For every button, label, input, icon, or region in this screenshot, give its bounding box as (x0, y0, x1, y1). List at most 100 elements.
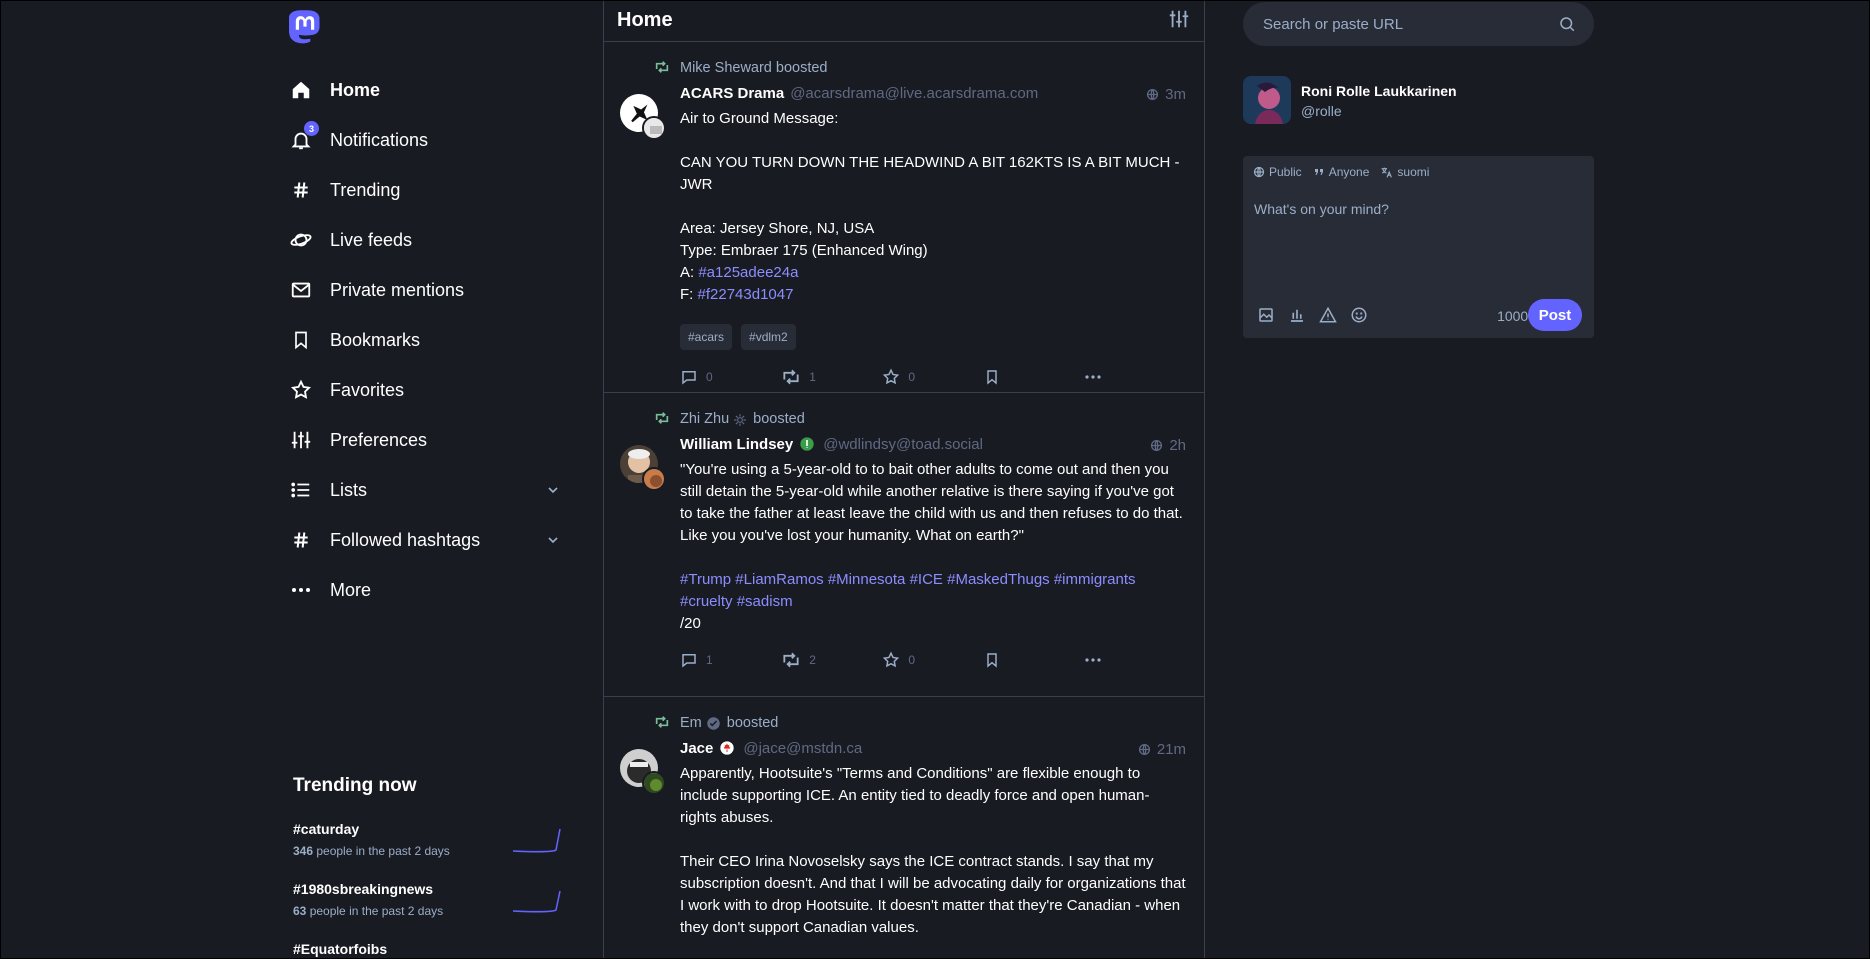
compose-textarea[interactable]: What's on your mind? (1243, 188, 1594, 292)
status-item[interactable]: Em boosted Jace @jace@mstdn.ca 21m Appar… (604, 697, 1204, 939)
trend-tag[interactable]: #Equatorfoibs (293, 941, 561, 957)
hashtag-pill[interactable]: #acars (680, 324, 733, 350)
globe-icon (1151, 439, 1163, 452)
author-handle[interactable]: @jace@mstdn.ca (743, 740, 862, 757)
hashtag-link[interactable]: #cruelty (680, 593, 733, 610)
bookmark-button[interactable] (984, 651, 1085, 669)
chevron-down-icon[interactable] (545, 482, 561, 498)
post-button[interactable]: Post (1528, 299, 1582, 331)
boost-icon (654, 60, 670, 74)
boost-button[interactable]: 2 (781, 651, 882, 669)
emoji-icon[interactable] (1350, 306, 1368, 324)
status-time[interactable]: 21m (1138, 741, 1186, 758)
nav-private-mentions[interactable]: Private mentions (289, 265, 561, 315)
nav-lists[interactable]: Lists (289, 465, 561, 515)
quote-policy-dropdown[interactable]: Anyone (1313, 165, 1369, 179)
search-input[interactable]: Search or paste URL (1243, 2, 1594, 46)
author-handle[interactable]: @wdlindsy@toad.social (823, 436, 983, 453)
hashtag-link[interactable]: #a125adee24a (698, 264, 798, 281)
nav-notifications[interactable]: 3 Notifications (289, 115, 561, 165)
booster-name[interactable]: Zhi Zhu (680, 411, 729, 427)
list-icon (289, 478, 313, 502)
warning-icon[interactable] (1319, 306, 1337, 324)
nav-live-feeds[interactable]: Live feeds (289, 215, 561, 265)
reply-button[interactable]: 0 (680, 368, 781, 386)
nav-home[interactable]: Home (289, 65, 561, 115)
chevron-down-icon[interactable] (545, 532, 561, 548)
avatar[interactable] (620, 749, 666, 795)
column-settings-icon[interactable] (1168, 8, 1190, 30)
hashtag-link[interactable]: #ICE (910, 571, 943, 588)
boost-icon (654, 411, 670, 425)
bookmark-button[interactable] (984, 368, 1085, 386)
mail-icon (289, 278, 313, 302)
author-name[interactable]: William Lindsey (680, 436, 793, 453)
trend-item[interactable]: #1980sbreakingnews 63 people in the past… (293, 873, 561, 933)
nav-more[interactable]: More (289, 565, 561, 615)
image-icon[interactable] (1257, 306, 1275, 324)
nav-bookmarks[interactable]: Bookmarks (289, 315, 561, 365)
home-column: Home Mike Sheward boosted ACARS Drama @a… (603, 0, 1205, 959)
mastodon-logo-icon[interactable] (289, 10, 321, 44)
avatar[interactable] (620, 445, 666, 491)
right-sidebar: Search or paste URL Roni Rolle Laukkarin… (1243, 0, 1594, 959)
action-bar: 1 2 0 (680, 635, 1186, 685)
language-dropdown[interactable]: suomi (1380, 165, 1429, 179)
avatar[interactable] (1243, 76, 1291, 124)
nav-preferences[interactable]: Preferences (289, 415, 561, 465)
search-placeholder: Search or paste URL (1263, 15, 1404, 33)
hashtag-link[interactable]: #immigrants (1054, 571, 1136, 588)
nav-followed-hashtags[interactable]: Followed hashtags (289, 515, 561, 565)
hashtag-link[interactable]: #LiamRamos (735, 571, 823, 588)
hashtag-link[interactable]: #sadism (737, 593, 793, 610)
status-header: ACARS Drama @acarsdrama@live.acarsdrama.… (680, 78, 1186, 108)
nav-favorites[interactable]: Favorites (289, 365, 561, 415)
favorite-button[interactable]: 0 (882, 651, 983, 669)
profile-name[interactable]: Roni Rolle Laukkarinen (1301, 83, 1457, 99)
hashtag-pill[interactable]: #vdlm2 (741, 324, 796, 350)
nav-label: Trending (330, 179, 401, 200)
hashtag-link[interactable]: #Trump (680, 571, 731, 588)
nav-trending[interactable]: Trending (289, 165, 561, 215)
compose-options: Public Anyone suomi (1243, 156, 1594, 188)
trend-item[interactable]: #caturday 346 people in the past 2 days (293, 813, 561, 873)
page-title: Home (617, 9, 673, 31)
boost-label: boosted (775, 60, 828, 76)
hashtag-link[interactable]: #f22743d1047 (698, 286, 794, 303)
poll-icon[interactable] (1288, 306, 1306, 324)
globe-icon (1253, 166, 1265, 178)
booster-name[interactable]: Mike Sheward (680, 60, 772, 76)
status-time[interactable]: 3m (1146, 86, 1186, 103)
status-time[interactable]: 2h (1150, 437, 1186, 454)
boost-button[interactable]: 1 (781, 368, 882, 386)
current-user[interactable]: Roni Rolle Laukkarinen @rolle (1243, 76, 1594, 126)
avatar[interactable] (620, 94, 666, 140)
boost-icon (654, 715, 670, 729)
reply-button[interactable]: 1 (680, 651, 781, 669)
hashtag-link[interactable]: #MaskedThugs (947, 571, 1050, 588)
quote-icon (1314, 169, 1323, 175)
hashtag-icon (289, 528, 313, 552)
boost-line: Zhi Zhu boosted (655, 393, 1186, 429)
profile-handle[interactable]: @rolle (1301, 103, 1342, 119)
hashtag-link[interactable]: #Minnesota (828, 571, 906, 588)
author-name[interactable]: Jace (680, 740, 713, 757)
visibility-dropdown[interactable]: Public (1253, 165, 1302, 179)
maple-leaf-icon (719, 740, 735, 756)
booster-name[interactable]: Em (680, 715, 702, 731)
more-button[interactable] (1085, 658, 1186, 662)
verified-check-icon (706, 716, 721, 731)
trend-item[interactable]: #Equatorfoibs (293, 933, 561, 959)
author-name[interactable]: ACARS Drama (680, 85, 784, 102)
status-item[interactable]: Zhi Zhu boosted William Lindsey @wdlinds… (604, 393, 1204, 697)
trend-sparkline (513, 828, 561, 853)
more-button[interactable] (1085, 375, 1186, 379)
status-item[interactable]: Mike Sheward boosted ACARS Drama @acarsd… (604, 42, 1204, 393)
author-handle[interactable]: @acarsdrama@live.acarsdrama.com (790, 85, 1038, 102)
favorite-button[interactable]: 0 (882, 368, 983, 386)
nav-label: Bookmarks (330, 329, 421, 350)
bookmark-icon (986, 653, 997, 668)
translate-icon (1382, 167, 1393, 178)
more-icon (289, 578, 313, 602)
nav-label: More (330, 579, 372, 600)
